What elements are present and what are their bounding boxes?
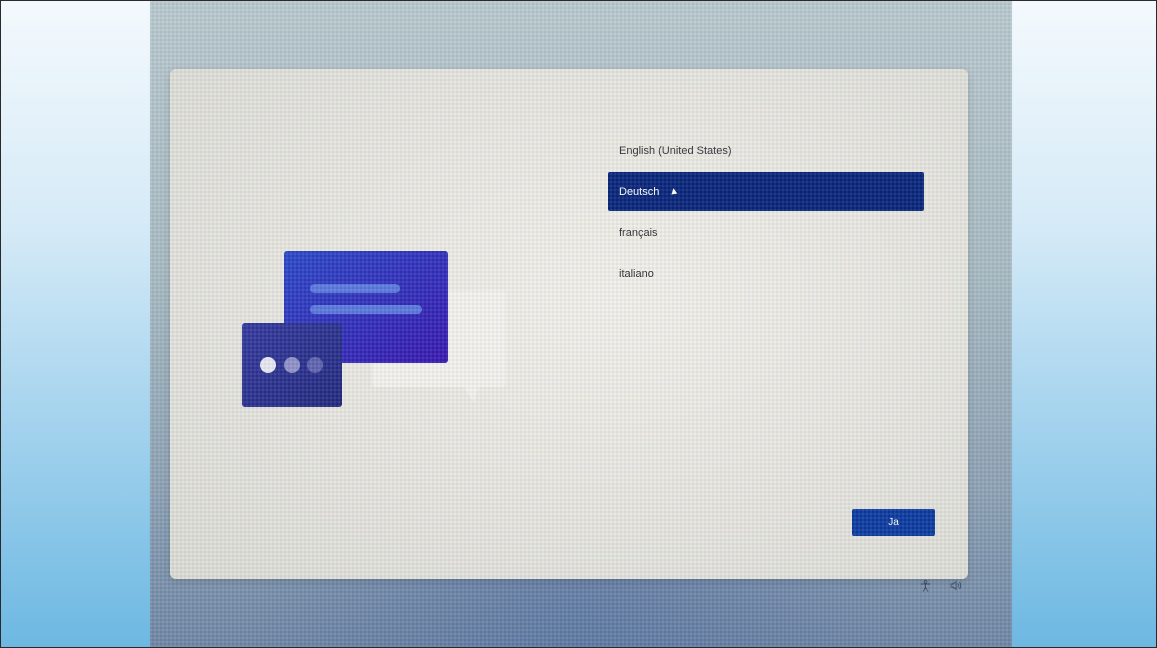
left-backdrop-panel bbox=[1, 1, 149, 647]
language-option-english-us[interactable]: English (United States) bbox=[608, 131, 924, 170]
confirm-button[interactable]: Ja bbox=[852, 509, 935, 536]
language-option-francais[interactable]: français bbox=[608, 213, 924, 252]
accessibility-icon[interactable] bbox=[920, 579, 931, 595]
language-option-label: italiano bbox=[619, 267, 654, 280]
setup-dialog: English (United States) Deutsch ▲ frança… bbox=[170, 69, 968, 579]
language-option-italiano[interactable]: italiano bbox=[608, 254, 924, 293]
language-chat-illustration bbox=[242, 251, 506, 407]
volume-icon[interactable] bbox=[950, 580, 962, 594]
typing-card-shape bbox=[242, 323, 342, 407]
language-list: English (United States) Deutsch ▲ frança… bbox=[608, 131, 924, 295]
language-option-deutsch[interactable]: Deutsch ▲ bbox=[608, 172, 924, 211]
language-option-label: français bbox=[619, 226, 658, 239]
setup-screen-photo: English (United States) Deutsch ▲ frança… bbox=[150, 1, 1012, 647]
mouse-cursor-icon: ▲ bbox=[668, 185, 681, 198]
language-option-label: English (United States) bbox=[619, 144, 732, 157]
language-option-label: Deutsch bbox=[619, 185, 660, 198]
right-backdrop-panel bbox=[1013, 1, 1156, 647]
